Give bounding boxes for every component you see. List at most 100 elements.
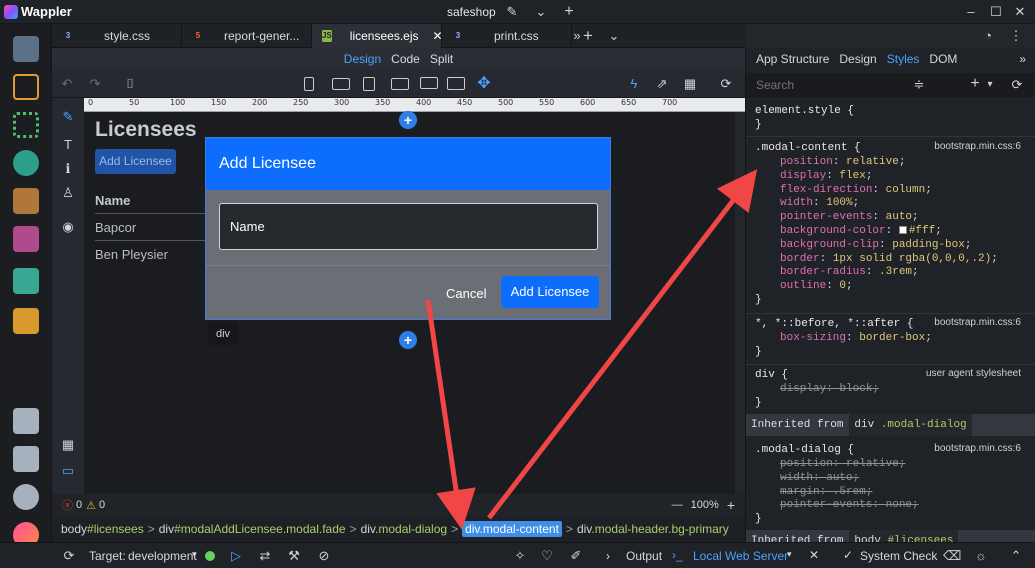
tools-icon[interactable]: ⚒ [285,547,303,565]
mobile-view-icon[interactable] [304,77,314,91]
table-row[interactable]: Ben Pleysier [95,241,205,268]
database-icon[interactable] [13,150,39,176]
insert-below-icon[interactable]: + [399,331,417,349]
modal-dialog-rule-selector[interactable]: .modal-dialog { [755,444,854,456]
name-field[interactable]: Name [219,203,598,250]
breadcrumb-item[interactable]: div.modal-dialog [361,522,448,536]
css-property[interactable]: flex-direction: column; [780,184,932,196]
eye-icon[interactable]: ◉ [59,218,77,236]
server-dropdown-icon[interactable]: ▾ [787,549,792,560]
text-icon[interactable]: T [59,136,77,154]
output-tab[interactable]: Output [626,549,662,563]
tab-code[interactable]: Code [391,52,420,66]
grid-icon[interactable]: ▦ [59,436,77,454]
new-tab-icon[interactable]: + [579,27,597,45]
design-icon[interactable] [13,226,39,252]
sync-icon[interactable]: ⟳ [60,547,78,565]
div-rule-selector[interactable]: div { [755,369,788,381]
div-rule-source[interactable]: user agent stylesheet [926,368,1021,379]
color-swatch[interactable] [898,226,907,235]
tab-print-css[interactable]: 3 print.css [442,24,572,48]
breadcrumb-item[interactable]: body#licensees [61,522,144,536]
routes-icon[interactable] [13,188,39,214]
css-property[interactable]: position: relative; [780,156,905,168]
table-row[interactable]: Bapcor [95,214,205,241]
layers-icon[interactable] [13,268,39,294]
css-property[interactable]: box-sizing: border-box; [780,332,932,344]
settings-icon[interactable] [13,484,39,510]
refresh-styles-icon[interactable]: ⟳ [1008,76,1026,94]
css-property[interactable]: background-clip: padding-box; [780,239,971,251]
tablet-view-icon[interactable] [363,77,375,91]
breadcrumb-item[interactable]: div.modal-header.bg-primary [577,522,729,536]
warning-icon[interactable]: ⚠ [86,499,96,512]
ruler-toggle-icon[interactable]: ▭ [59,462,77,480]
modal-header[interactable]: Add Licensee [206,138,610,190]
modal-dialog-rule-source[interactable]: bootstrap.min.css:6 [934,443,1021,454]
close-icon[interactable]: ✕ [1011,3,1029,21]
info-icon[interactable]: ℹ [59,160,77,178]
tasks-icon[interactable] [13,308,39,334]
eraser-icon[interactable]: ⌫ [943,547,961,565]
chevron-down-icon[interactable]: ⌄ [532,3,550,21]
error-icon[interactable]: ⓧ [62,497,73,513]
tab-app-structure[interactable]: App Structure [756,52,829,66]
target-dropdown-icon[interactable]: ▾ [192,549,197,560]
theme-drop-icon[interactable]: ◔ [979,27,997,45]
tab-dom[interactable]: DOM [929,52,957,66]
shirt-icon[interactable]: ♙ [59,184,77,202]
tab-styles[interactable]: Styles [887,52,920,66]
camera-icon[interactable]: ⌷ [121,75,139,93]
css-property[interactable]: margin: .5rem; [780,486,872,498]
tab-style-css[interactable]: 3 style.css [52,24,182,48]
css-property[interactable]: border-radius: .3rem; [780,266,919,278]
fluid-width-icon[interactable]: ✥ [475,75,493,93]
open-browser-icon[interactable]: ⇗ [653,75,671,93]
css-property[interactable]: display: flex; [780,170,872,182]
live-preview-icon[interactable]: ϟ [625,75,643,93]
terminal-icon[interactable]: ›_ [672,548,683,562]
target-select[interactable]: development [128,549,197,563]
inherited-element[interactable]: div .modal-dialog [849,414,972,436]
edit-icon[interactable]: ✎ [503,3,521,21]
tab-split[interactable]: Split [430,52,453,66]
bug-icon[interactable]: ☼ [972,547,990,565]
magic-icon[interactable]: ✧ [511,547,529,565]
desktop-view-icon[interactable] [447,77,465,90]
redo-icon[interactable]: ↷ [86,75,104,93]
check-icon[interactable]: ⊘ [315,547,333,565]
css-property[interactable]: border: 1px solid rgba(0,0,0,.2); [780,253,998,265]
css-property[interactable]: pointer-events: none; [780,499,919,511]
panel-menu-icon[interactable]: ⋮ [1007,27,1025,45]
add-icon[interactable]: + [560,3,578,21]
universal-rule-source[interactable]: bootstrap.min.css:6 [934,317,1021,328]
add-licensee-submit-button[interactable]: Add Licensee [501,276,599,308]
page-heading[interactable]: Licensees [95,118,197,142]
git-icon[interactable] [13,74,39,100]
breadcrumb-item[interactable]: div.modal-content [462,521,562,537]
css-property[interactable]: display: block; [780,383,879,395]
modal-body[interactable]: Name [206,190,610,266]
add-licensee-button[interactable]: Add Licensee [95,149,176,174]
css-property[interactable]: width: auto; [780,472,859,484]
brush-icon[interactable]: ✐ [567,547,585,565]
css-property[interactable]: width: 100%; [780,197,859,209]
css-property[interactable]: background-color: #fff; [780,225,942,237]
zoom-in-icon[interactable]: + [727,497,735,513]
css-property[interactable]: outline: 0; [780,280,853,292]
zoom-out-icon[interactable]: — [672,499,683,511]
close-server-icon[interactable]: ✕ [809,548,819,562]
add-rule-dropdown-icon[interactable]: ▾ [981,76,999,94]
output-icon[interactable]: › [606,549,610,563]
qr-code-icon[interactable]: ▦ [681,75,699,93]
pencil-icon[interactable]: ✎ [59,108,77,126]
css-property[interactable]: position: relative; [780,458,905,470]
tab-licensees[interactable]: JS licensees.ejs ✕ [312,24,443,48]
styles-search-input[interactable] [750,75,900,95]
extensions-icon[interactable] [13,408,39,434]
cancel-button[interactable]: Cancel [446,282,486,306]
like-icon[interactable]: ♡ [538,547,556,565]
maximize-icon[interactable]: ☐ [987,3,1005,21]
refresh-icon[interactable]: ⟳ [717,75,735,93]
undo-icon[interactable]: ↶ [58,75,76,93]
